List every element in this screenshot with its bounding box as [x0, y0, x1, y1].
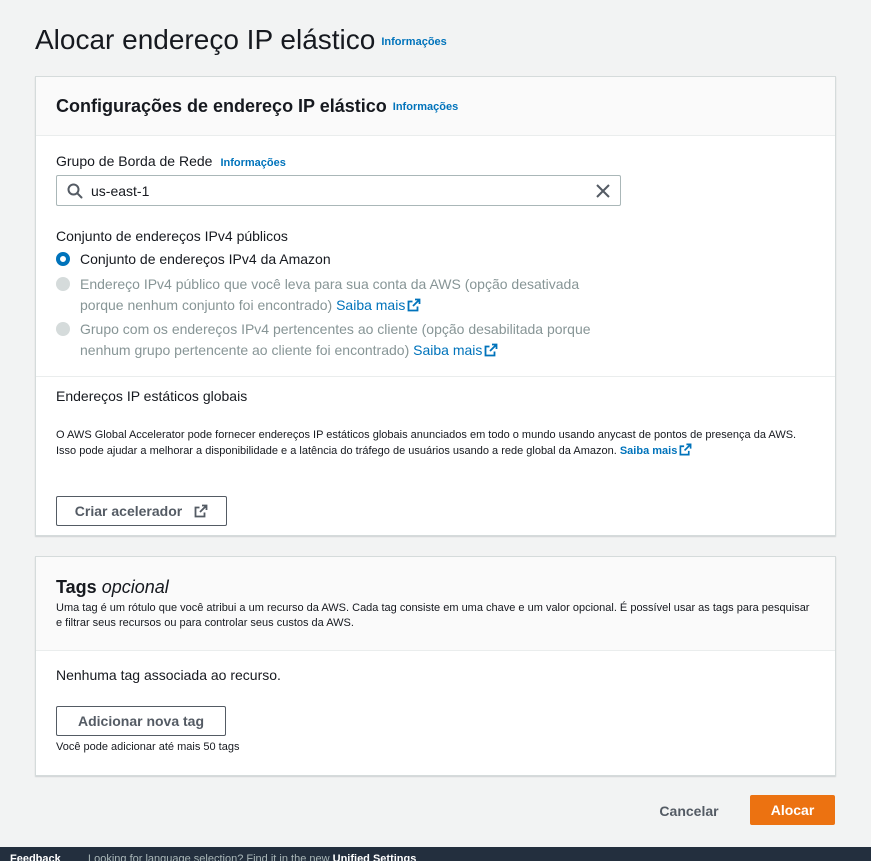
tags-optional: opcional — [101, 577, 169, 597]
border-group-info-link[interactable]: Informações — [220, 157, 285, 169]
clear-icon[interactable] — [595, 183, 611, 199]
cancel-button[interactable]: Cancelar — [654, 796, 724, 826]
learn-more-text: Saiba mais — [336, 297, 406, 313]
external-link-icon — [194, 504, 208, 518]
global-ips-label: Endereços IP estáticos globais — [56, 388, 248, 404]
allocate-button[interactable]: Alocar — [750, 795, 835, 825]
external-link-icon — [484, 343, 498, 357]
search-icon — [67, 183, 83, 199]
learn-more-link[interactable]: Saiba mais — [336, 297, 421, 313]
create-accelerator-button[interactable]: Criar acelerador — [56, 496, 227, 526]
feedback-link[interactable]: Feedback — [10, 853, 61, 861]
footer-bar: Feedback Looking for language selection?… — [0, 847, 871, 861]
tags-title: Tags opcional — [56, 577, 169, 598]
tags-panel: Tags opcional Uma tag é um rótulo que vo… — [35, 556, 836, 776]
ipv4-pool-label: Conjunto de endereços IPv4 públicos — [56, 228, 288, 244]
external-link-icon — [407, 298, 421, 312]
radio-coip-pool-text: Grupo com os endereços IPv4 pertencentes… — [80, 321, 591, 358]
tags-empty-text: Nenhuma tag associada ao recurso. — [56, 667, 281, 683]
ip-settings-panel: Configurações de endereço IP elástico Inf… — [35, 76, 836, 536]
external-link-icon — [679, 443, 692, 456]
section-divider — [36, 376, 835, 377]
tags-limit-text: Você pode adicionar até mais 50 tags — [56, 741, 240, 753]
create-accelerator-label: Criar acelerador — [74, 503, 183, 519]
radio-byoip-pool-label: Endereço IPv4 público que você leva para… — [80, 274, 616, 316]
tags-header: Tags opcional Uma tag é um rótulo que vo… — [36, 557, 835, 651]
radio-amazon-pool[interactable]: Conjunto de endereços IPv4 da Amazon — [56, 249, 331, 270]
page-info-link[interactable]: Informações — [381, 36, 446, 48]
add-tag-button[interactable]: Adicionar nova tag — [56, 706, 226, 736]
add-tag-label: Adicionar nova tag — [77, 713, 205, 729]
tags-title-text: Tags — [56, 577, 97, 597]
global-ips-description: O AWS Global Accelerator pode fornecer e… — [56, 427, 816, 459]
page-title-text: Alocar endereço IP elástico — [35, 24, 376, 55]
radio-coip-pool: Grupo com os endereços IPv4 pertencentes… — [56, 319, 636, 361]
ip-settings-title: Configurações de endereço IP elástico Inf… — [56, 96, 458, 117]
radio-disabled — [56, 322, 70, 336]
learn-more-text: Saiba mais — [619, 445, 678, 457]
ip-settings-header: Configurações de endereço IP elástico Inf… — [36, 77, 835, 136]
learn-more-text: Saiba mais — [413, 342, 483, 358]
tags-description: Uma tag é um rótulo que você atribui a u… — [56, 602, 810, 629]
learn-more-link[interactable]: Saiba mais — [619, 443, 692, 457]
border-group-search[interactable]: us-east-1 — [56, 175, 621, 206]
radio-coip-pool-label: Grupo com os endereços IPv4 pertencentes… — [80, 319, 636, 361]
footer-message-text: Looking for language selection? Find it … — [88, 853, 330, 861]
radio-disabled — [56, 277, 70, 291]
radio-selected[interactable] — [56, 252, 70, 266]
radio-amazon-pool-label: Conjunto de endereços IPv4 da Amazon — [80, 251, 331, 267]
ip-settings-title-text: Configurações de endereço IP elástico — [56, 96, 387, 116]
ip-settings-info-link[interactable]: Informações — [393, 101, 458, 113]
unified-settings-link[interactable]: Unified Settings — [333, 853, 417, 861]
radio-byoip-pool: Endereço IPv4 público que você leva para… — [56, 274, 616, 316]
learn-more-link[interactable]: Saiba mais — [413, 342, 498, 358]
radio-byoip-pool-text: Endereço IPv4 público que você leva para… — [80, 276, 580, 313]
page-title: Alocar endereço IP elástico Informações — [35, 24, 447, 56]
footer-message: Looking for language selection? Find it … — [88, 853, 416, 861]
border-group-value[interactable]: us-east-1 — [91, 183, 149, 199]
border-group-label-text: Grupo de Borda de Rede — [56, 153, 213, 169]
border-group-label: Grupo de Borda de Rede Informações — [56, 153, 286, 169]
